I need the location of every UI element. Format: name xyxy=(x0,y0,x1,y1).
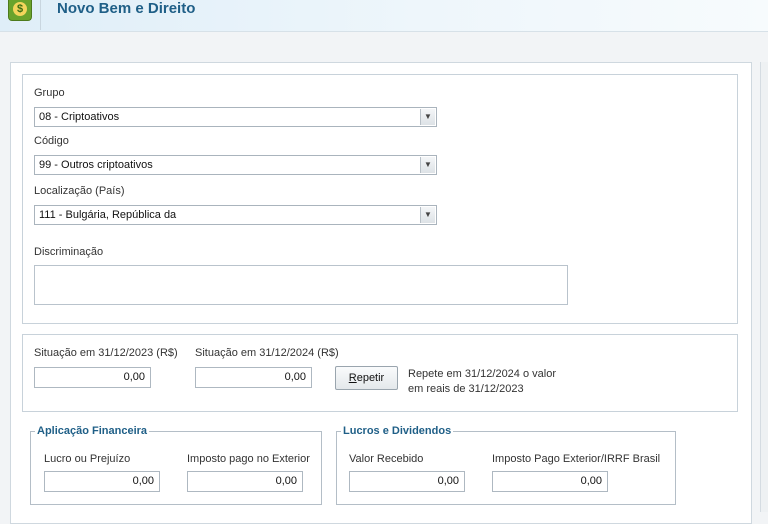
valor-recebido-label: Valor Recebido xyxy=(349,453,424,465)
grupo-label: Grupo xyxy=(34,87,65,99)
header-separator xyxy=(40,0,41,30)
localizacao-selected-value: 111 - Bulgária, República da xyxy=(39,209,177,221)
header-bar: $ Novo Bem e Direito xyxy=(0,0,768,32)
valor-recebido-input[interactable]: 0,00 xyxy=(349,471,465,492)
page-title: Novo Bem e Direito xyxy=(57,0,196,17)
lucro-prejuizo-input[interactable]: 0,00 xyxy=(44,471,160,492)
situacao-2023-input[interactable]: 0,00 xyxy=(34,367,151,388)
discriminacao-textarea[interactable] xyxy=(34,265,568,305)
imposto-exterior-input[interactable]: 0,00 xyxy=(187,471,303,492)
chevron-down-icon[interactable]: ▼ xyxy=(420,109,435,125)
situacao-panel: Situação em 31/12/2023 (R$) 0,00 Situaçã… xyxy=(22,334,738,412)
imposto-exterior-label: Imposto pago no Exterior xyxy=(187,453,310,465)
imposto-irrf-input[interactable]: 0,00 xyxy=(492,471,608,492)
chevron-down-icon[interactable]: ▼ xyxy=(420,157,435,173)
situacao-2024-label: Situação em 31/12/2024 (R$) xyxy=(195,347,339,359)
lucro-prejuizo-label: Lucro ou Prejuízo xyxy=(44,453,131,465)
grupo-select[interactable]: 08 - Criptoativos ▼ xyxy=(34,107,437,127)
aplicacao-financeira-legend: Aplicação Financeira xyxy=(35,425,150,437)
chevron-down-icon[interactable]: ▼ xyxy=(420,207,435,223)
situacao-2024-input[interactable]: 0,00 xyxy=(195,367,312,388)
app-icon: $ xyxy=(8,0,32,21)
lucros-dividendos-legend: Lucros e Dividendos xyxy=(341,425,454,437)
localizacao-select[interactable]: 111 - Bulgária, República da ▼ xyxy=(34,205,437,225)
identification-panel: Grupo 08 - Criptoativos ▼ Código 99 - Ou… xyxy=(22,74,738,324)
aplicacao-financeira-group: Aplicação Financeira Lucro ou Prejuízo 0… xyxy=(30,425,322,505)
codigo-select[interactable]: 99 - Outros criptoativos ▼ xyxy=(34,155,437,175)
codigo-selected-value: 99 - Outros criptoativos xyxy=(39,159,153,171)
repetir-accelerator: R xyxy=(348,372,357,384)
situacao-2023-label: Situação em 31/12/2023 (R$) xyxy=(34,347,178,359)
dollar-coin-icon: $ xyxy=(13,2,27,16)
imposto-irrf-label: Imposto Pago Exterior/IRRF Brasil xyxy=(492,453,661,465)
repetir-button-label: epetir xyxy=(356,372,385,384)
localizacao-label: Localização (País) xyxy=(34,185,125,197)
discriminacao-label: Discriminação xyxy=(34,246,104,258)
lucros-dividendos-group: Lucros e Dividendos Valor Recebido 0,00 … xyxy=(336,425,676,505)
scrollbar[interactable] xyxy=(760,62,768,512)
repeat-hint-line1: Repete em 31/12/2024 o valor xyxy=(408,368,556,380)
repetir-button[interactable]: Repetir xyxy=(335,366,398,390)
repeat-hint-line2: em reais de 31/12/2023 xyxy=(408,383,524,395)
repeat-hint: Repete em 31/12/2024 o valor em reais de… xyxy=(408,367,556,397)
codigo-label: Código xyxy=(34,135,69,147)
header-divider xyxy=(0,31,768,32)
grupo-selected-value: 08 - Criptoativos xyxy=(39,111,120,123)
